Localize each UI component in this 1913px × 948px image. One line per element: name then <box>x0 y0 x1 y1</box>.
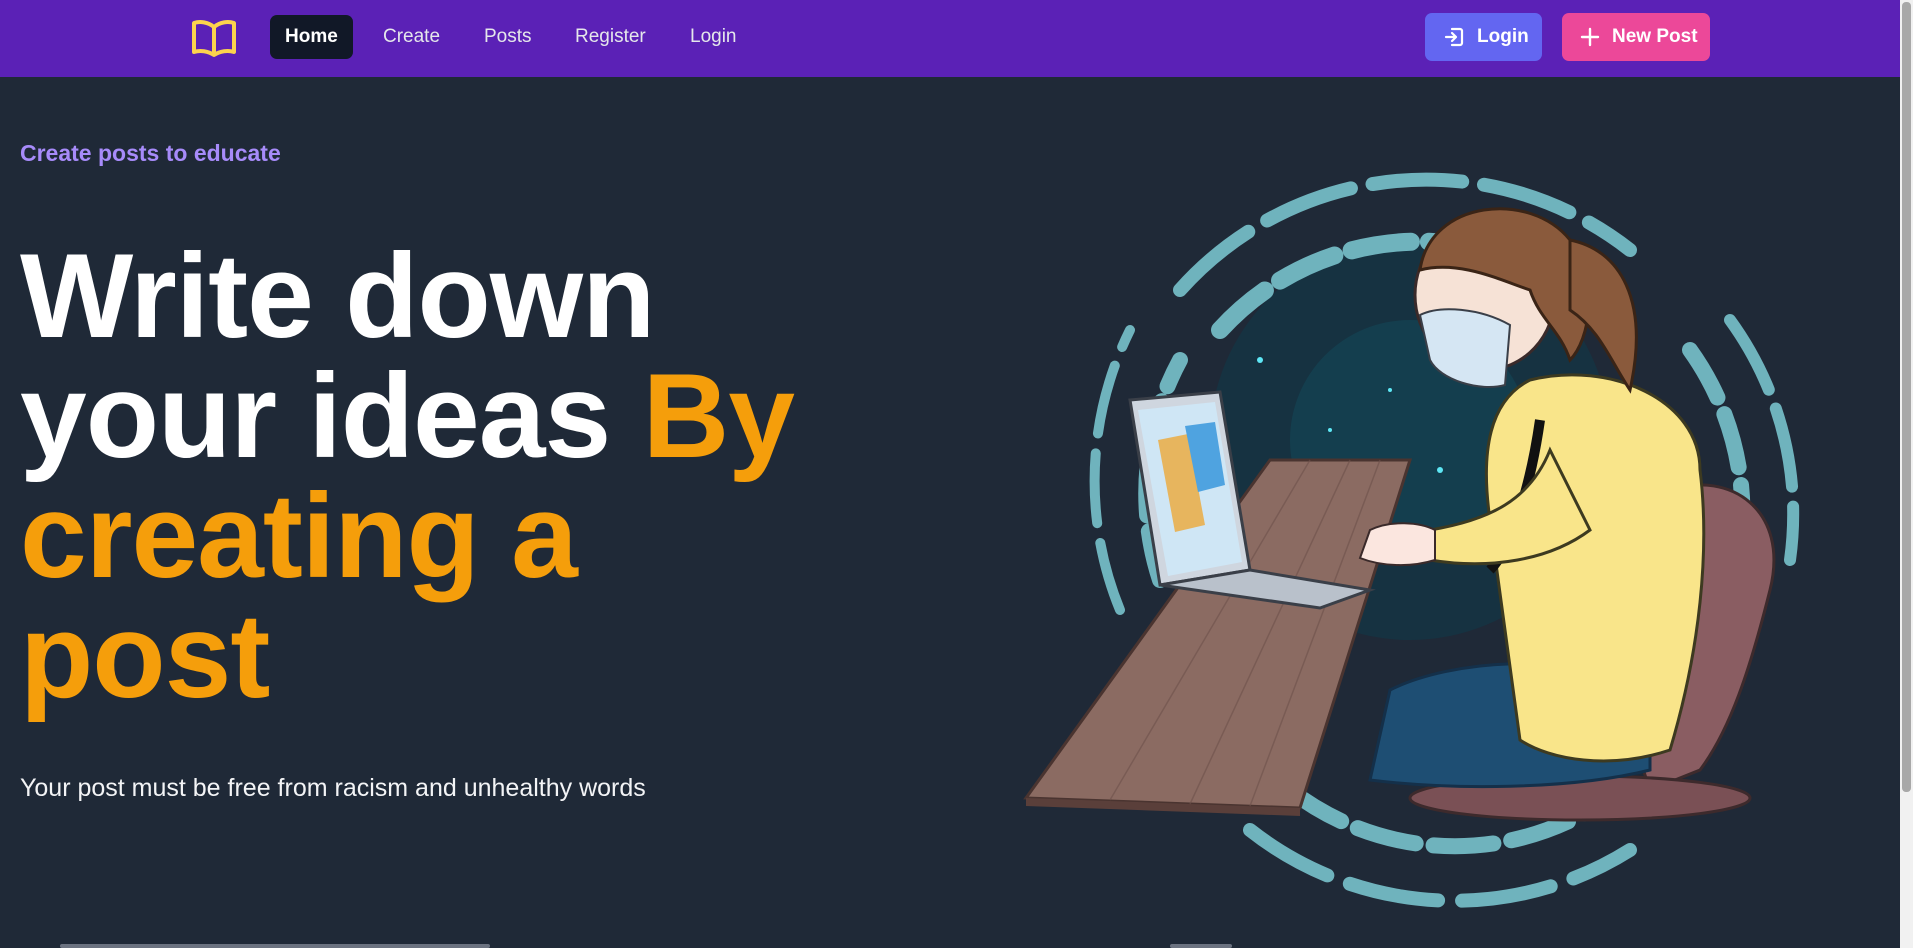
nav-login[interactable]: Login <box>675 15 752 59</box>
headline-part1: Write down your ideas <box>20 229 655 483</box>
open-book-icon[interactable] <box>191 18 237 58</box>
login-button-label: Login <box>1477 26 1529 47</box>
new-post-button-label: New Post <box>1612 26 1698 47</box>
plus-icon <box>1580 27 1600 47</box>
nav-home[interactable]: Home <box>270 15 353 59</box>
sign-in-icon <box>1444 27 1464 47</box>
nav-create[interactable]: Create <box>368 15 455 59</box>
nav-posts[interactable]: Posts <box>469 15 547 59</box>
new-post-button[interactable]: New Post <box>1562 13 1710 61</box>
hero-headline: Write down your ideas By creating a post <box>20 236 840 716</box>
hero-eyebrow: Create posts to educate <box>20 140 281 166</box>
horizontal-scrollbar-segment <box>1170 944 1232 948</box>
horizontal-scrollbar-thumb[interactable] <box>60 944 490 948</box>
nav-register[interactable]: Register <box>560 15 661 59</box>
woman-at-laptop-illustration <box>1023 172 1800 908</box>
navbar: Home Create Posts Register Login Login N… <box>0 0 1900 77</box>
vertical-scrollbar-thumb[interactable] <box>1902 2 1911 792</box>
hero-subtitle: Your post must be free from racism and u… <box>20 774 646 802</box>
login-button[interactable]: Login <box>1425 13 1542 61</box>
vertical-scrollbar[interactable] <box>1900 0 1913 948</box>
